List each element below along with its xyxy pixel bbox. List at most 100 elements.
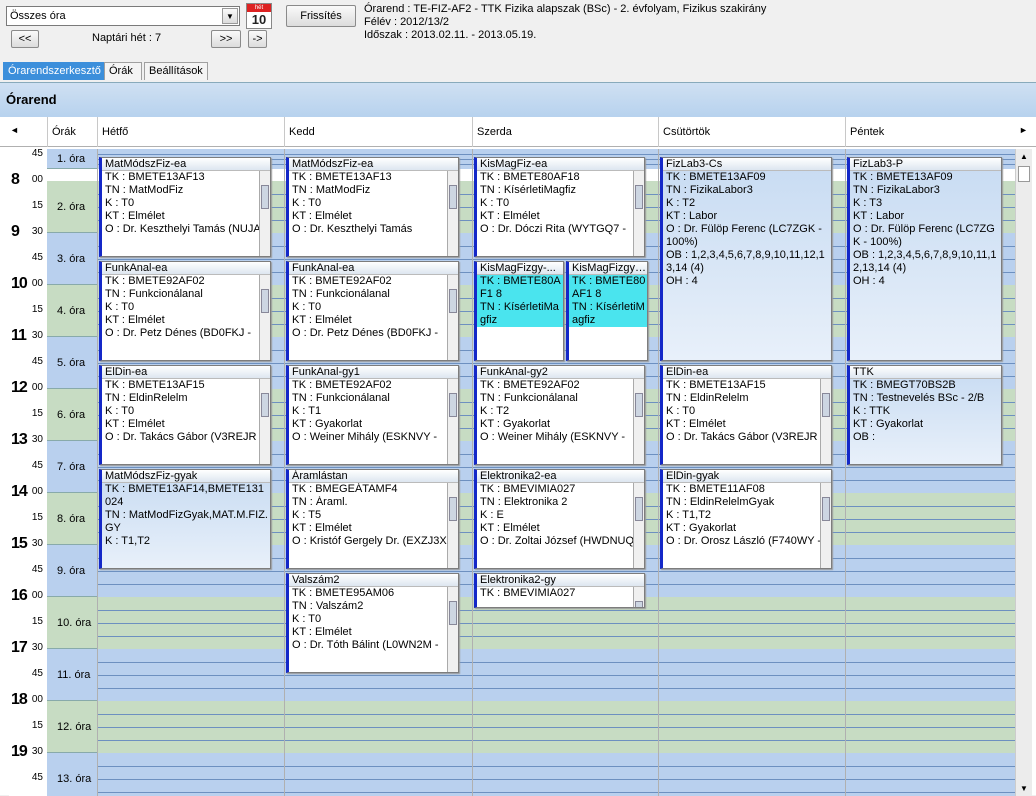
goto-button[interactable]: -> bbox=[248, 30, 267, 48]
card-scroll-thumb[interactable] bbox=[635, 185, 643, 209]
card-scrollbar[interactable] bbox=[259, 379, 270, 464]
card-scroll-thumb[interactable] bbox=[449, 497, 457, 521]
lesson-title: ElDin-gyak bbox=[663, 470, 831, 483]
vertical-scrollbar[interactable]: ▲ ▼ bbox=[1015, 149, 1032, 796]
calendar-icon[interactable]: hét 10 bbox=[246, 3, 272, 29]
lesson-title: MatMódszFiz-gyak bbox=[102, 470, 270, 483]
card-scrollbar[interactable] bbox=[633, 483, 644, 568]
lesson-detail: KT : Labor bbox=[853, 210, 905, 222]
period-band bbox=[97, 649, 1015, 701]
tab-settings[interactable]: Beállítások bbox=[144, 62, 208, 80]
lesson-card[interactable]: FunkAnal-gy2 TK : BMETE92AF02 TN : Funkcio… bbox=[474, 365, 645, 465]
lesson-card[interactable]: KisMagFizgy-... TK : BMETE80AF1 8 TN : Kís… bbox=[474, 261, 564, 361]
lesson-card[interactable]: TTK TK : BMEGT70BS2B TN : Testnevelés BSc … bbox=[847, 365, 1002, 465]
lesson-card[interactable]: FizLab3-P TK : BMETE13AF09 TN : FizikaLabo… bbox=[847, 157, 1002, 361]
card-scrollbar[interactable] bbox=[447, 587, 458, 672]
lesson-card[interactable]: FunkAnal-ea TK : BMETE92AF02 TN : Funkcion… bbox=[99, 261, 271, 361]
lesson-card[interactable]: KisMagFizgy-... TK : BMETE80AF1 8 TN : Kís… bbox=[566, 261, 648, 361]
card-scrollbar[interactable] bbox=[447, 171, 458, 256]
tab-classes[interactable]: Órák bbox=[104, 62, 142, 80]
card-scroll-thumb[interactable] bbox=[449, 601, 457, 625]
scroll-right-icon[interactable]: ► bbox=[1019, 125, 1028, 135]
lesson-card[interactable]: MatMódszFiz-ea TK : BMETE13AF13 TN : MatMo… bbox=[99, 157, 271, 257]
refresh-button[interactable]: Frissítés bbox=[286, 5, 356, 27]
tab-timetable-editor[interactable]: Órarendszerkesztő bbox=[3, 62, 104, 80]
lesson-detail: TK : BMETE11AF08 bbox=[666, 483, 765, 495]
lesson-card[interactable]: FunkAnal-gy1 TK : BMETE92AF02 TN : Funkcio… bbox=[286, 365, 459, 465]
lesson-card[interactable]: FizLab3-Cs TK : BMETE13AF09 TN : FizikaLab… bbox=[660, 157, 832, 361]
scrollbar-thumb[interactable] bbox=[1018, 166, 1030, 182]
card-scroll-thumb[interactable] bbox=[635, 393, 643, 417]
lesson-title: FunkAnal-gy2 bbox=[477, 366, 644, 379]
card-scrollbar[interactable] bbox=[259, 171, 270, 256]
lesson-card[interactable]: MatMódszFiz-ea TK : BMETE13AF13 TN : MatMo… bbox=[286, 157, 459, 257]
lesson-card[interactable]: ElDin-gyak TK : BMETE11AF08 TN : EldinRele… bbox=[660, 469, 832, 569]
time-tick: 30 bbox=[31, 538, 43, 549]
card-scroll-thumb[interactable] bbox=[261, 185, 269, 209]
lesson-detail: KT : Gyakorlat bbox=[480, 418, 551, 430]
lesson-detail: TK : BMETE13AF13 bbox=[292, 171, 392, 183]
card-scroll-thumb[interactable] bbox=[822, 497, 830, 521]
next-week-button[interactable]: >> bbox=[211, 30, 241, 48]
lesson-body: TK : BMETE92AF02 TN : Funkcionálanal K : T… bbox=[477, 379, 644, 444]
lesson-detail: TN : Funkcionálanal bbox=[480, 392, 578, 404]
card-scroll-thumb[interactable] bbox=[261, 289, 269, 313]
hour-label: 14 bbox=[11, 483, 28, 500]
card-scroll-thumb[interactable] bbox=[449, 185, 457, 209]
card-scroll-thumb[interactable] bbox=[261, 393, 269, 417]
lesson-title: FizLab3-P bbox=[850, 158, 1001, 171]
card-scrollbar[interactable] bbox=[447, 275, 458, 360]
hour-label: 8 bbox=[11, 171, 20, 188]
scroll-down-icon[interactable]: ▼ bbox=[1016, 781, 1032, 796]
scroll-up-icon[interactable]: ▲ bbox=[1016, 149, 1032, 164]
lesson-card[interactable]: KisMagFiz-ea TK : BMETE80AF18 TN : Kísérle… bbox=[474, 157, 645, 257]
lesson-card[interactable]: FunkAnal-ea TK : BMETE92AF02 TN : Funkcion… bbox=[286, 261, 459, 361]
card-scroll-thumb[interactable] bbox=[822, 393, 830, 417]
card-scroll-thumb[interactable] bbox=[449, 289, 457, 313]
band-line bbox=[97, 571, 1015, 572]
prev-week-button[interactable]: << bbox=[11, 30, 39, 48]
lesson-title: FizLab3-Cs bbox=[663, 158, 831, 171]
lesson-title: ElDin-ea bbox=[663, 366, 831, 379]
lesson-detail: KT : Elmélet bbox=[292, 210, 352, 222]
card-scroll-thumb[interactable] bbox=[635, 601, 643, 607]
column-header: ◄ Órák Hétfő Kedd Szerda Csütörtök Pénte… bbox=[0, 117, 1036, 147]
card-scrollbar[interactable] bbox=[633, 587, 644, 607]
card-scrollbar[interactable] bbox=[820, 379, 831, 464]
lesson-detail: K : T1,T2 bbox=[666, 509, 712, 521]
card-scroll-thumb[interactable] bbox=[635, 497, 643, 521]
band-line bbox=[97, 740, 1015, 741]
card-scrollbar[interactable] bbox=[259, 275, 270, 360]
lesson-card[interactable]: ElDin-ea TK : BMETE13AF15 TN : EldinRelelm… bbox=[660, 365, 832, 465]
card-scrollbar[interactable] bbox=[633, 379, 644, 464]
period-label: 3. óra bbox=[47, 233, 97, 285]
card-scrollbar[interactable] bbox=[633, 171, 644, 256]
time-tick: 15 bbox=[31, 200, 43, 211]
time-tick: 00 bbox=[31, 486, 43, 497]
card-scroll-thumb[interactable] bbox=[449, 393, 457, 417]
col-wednesday: Szerda bbox=[472, 117, 658, 147]
lesson-detail: K : T1 bbox=[292, 405, 322, 417]
time-tick: 15 bbox=[31, 720, 43, 731]
card-scrollbar[interactable] bbox=[447, 483, 458, 568]
lesson-body: TK : BMEVIMIA027 TN : Elektronika 2K : EK… bbox=[477, 483, 644, 548]
lesson-detail: TN : EldinRelelm bbox=[105, 392, 188, 404]
card-scrollbar[interactable] bbox=[447, 379, 458, 464]
lesson-card[interactable]: Elektronika2-ea TK : BMEVIMIA027 TN : Elek… bbox=[474, 469, 645, 569]
scroll-left-icon[interactable]: ◄ bbox=[10, 125, 19, 135]
view-select[interactable]: Összes óra ▼ bbox=[6, 6, 240, 26]
lesson-detail: TK : BMETE13AF15 bbox=[666, 379, 766, 391]
lesson-detail: OH : 4 bbox=[853, 275, 885, 287]
lesson-card[interactable]: Áramlástan TK : BMEGEÁTAMF4 TN : Áraml. K :… bbox=[286, 469, 459, 569]
lesson-card[interactable]: ElDin-ea TK : BMETE13AF15 TN : EldinRelelm… bbox=[99, 365, 271, 465]
lesson-detail: O : Dr. Orosz László (F740WY - bbox=[666, 535, 822, 547]
lesson-detail: KT : Gyakorlat bbox=[853, 418, 924, 430]
chevron-down-icon[interactable]: ▼ bbox=[222, 8, 238, 24]
time-tick: 00 bbox=[31, 590, 43, 601]
lesson-card[interactable]: Elektronika2-gy TK : BMEVIMIA027 bbox=[474, 573, 645, 608]
lesson-card[interactable]: Valszám2 TK : BMETE95AM06 TN : Valszám2 K :… bbox=[286, 573, 459, 673]
lesson-card[interactable]: MatMódszFiz-gyak TK : BMETE13AF14,BMETE13… bbox=[99, 469, 271, 569]
card-scrollbar[interactable] bbox=[820, 483, 831, 568]
lesson-title: FunkAnal-gy1 bbox=[289, 366, 458, 379]
lesson-detail: TK : BMETE13AF09 bbox=[853, 171, 953, 183]
